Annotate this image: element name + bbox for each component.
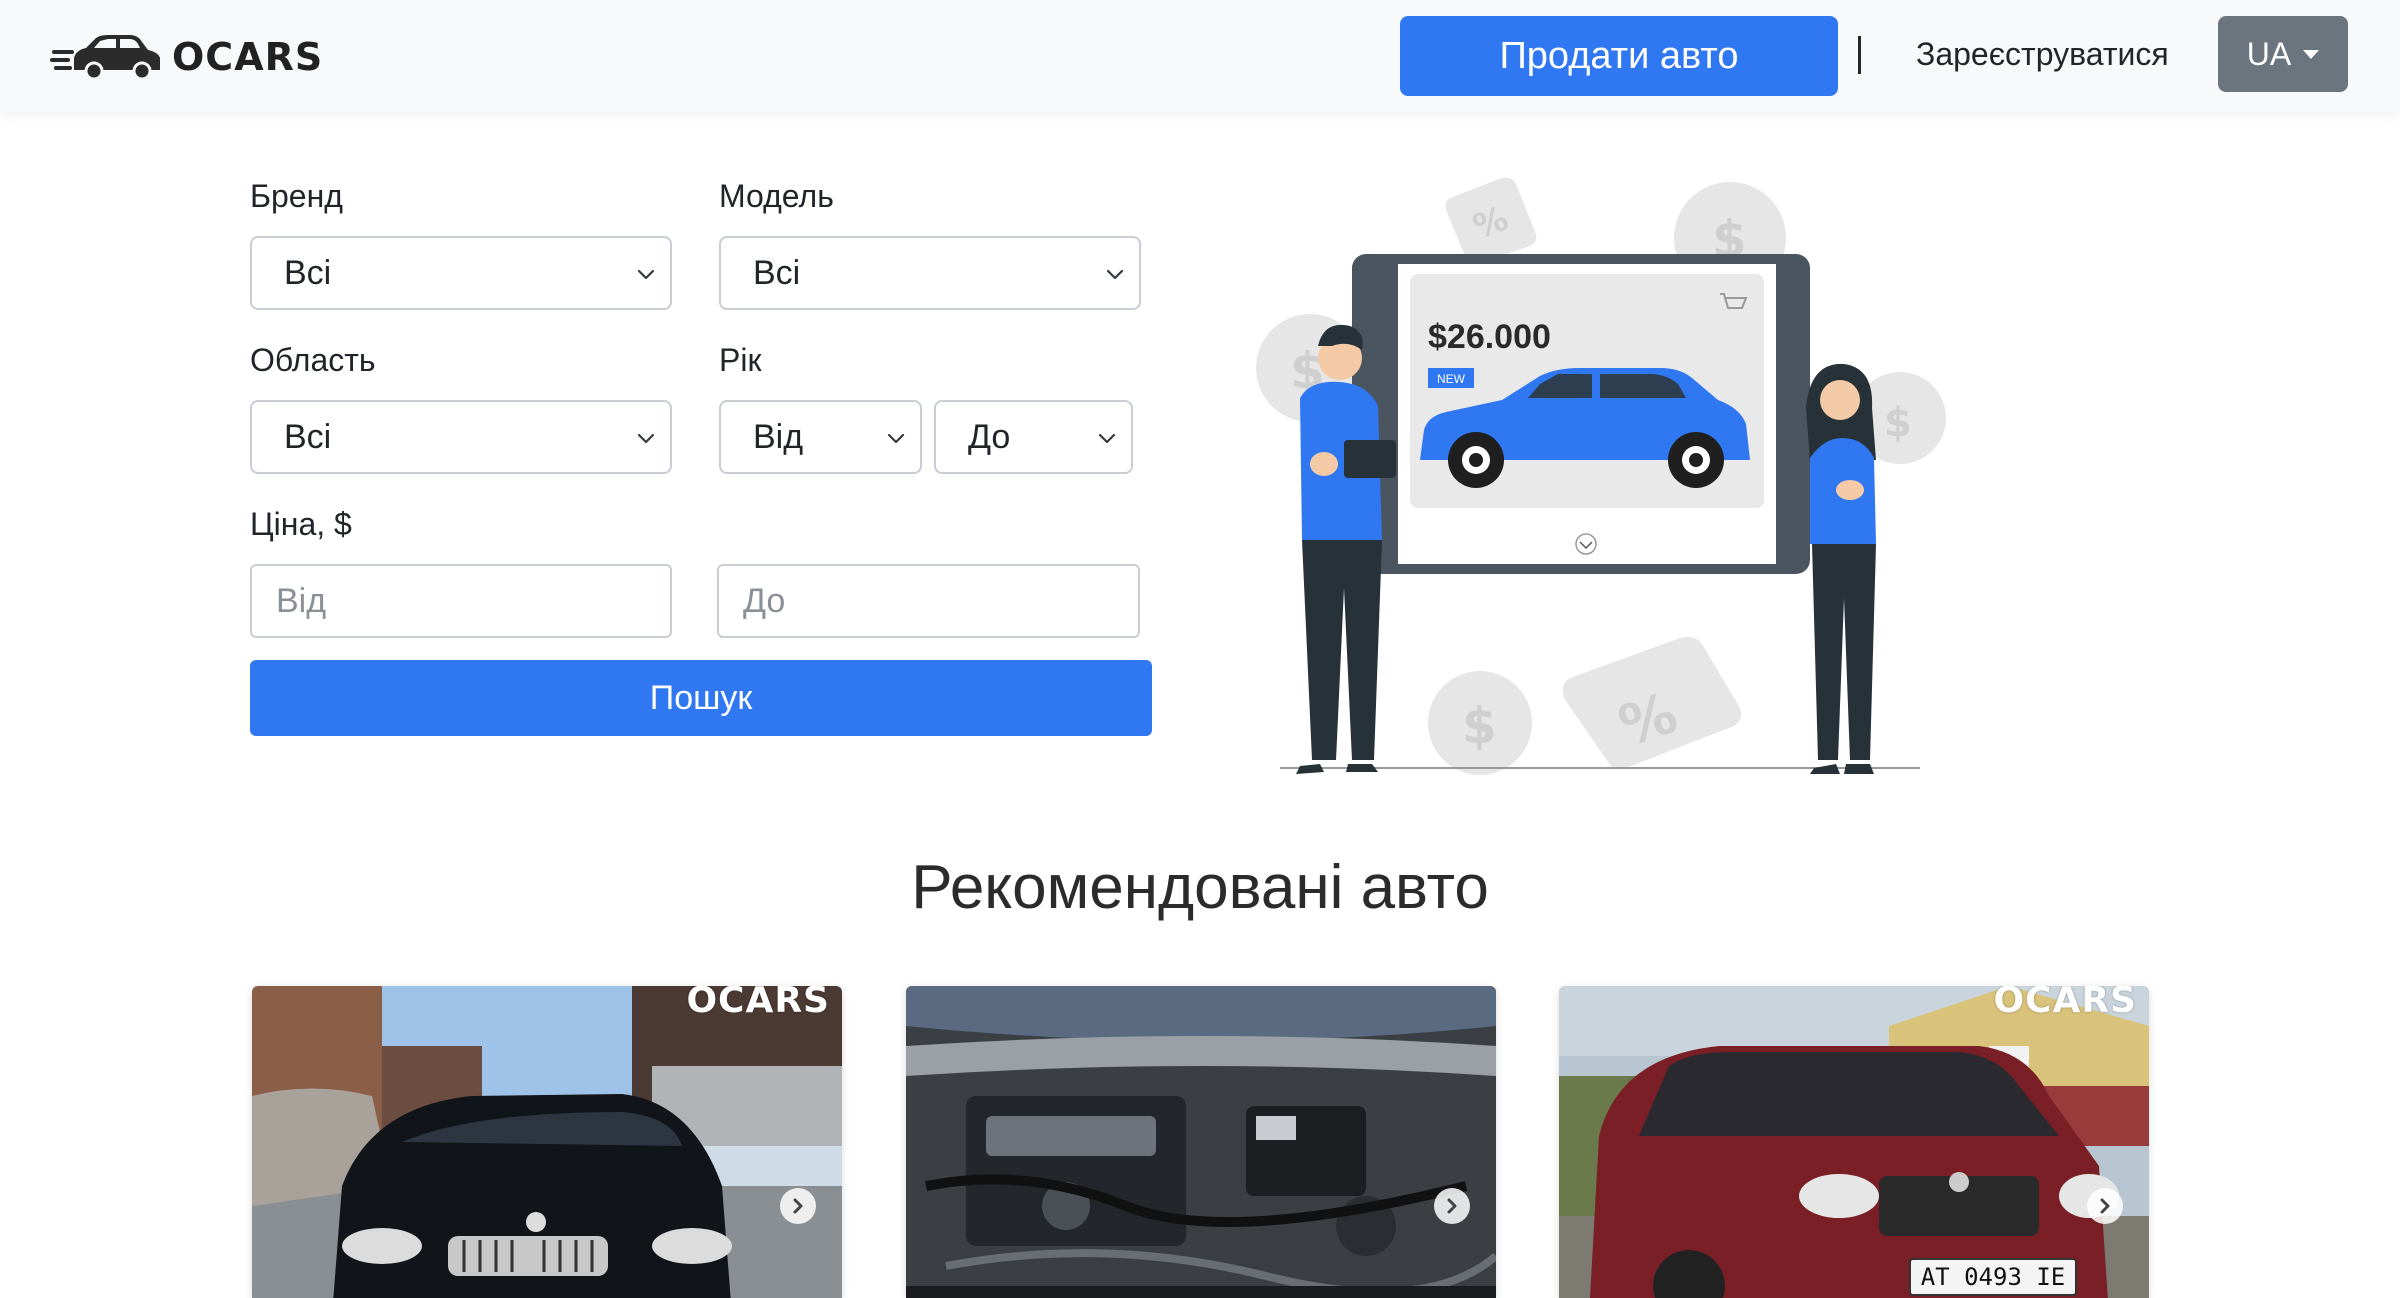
car-photo bbox=[1559, 986, 2149, 1298]
car-photo bbox=[252, 986, 842, 1298]
year-from-value: Від bbox=[753, 417, 804, 456]
brand-select[interactable]: Всі bbox=[250, 236, 672, 310]
hero-illustration: % $ $ $ $ % $26.000 NEW bbox=[1256, 177, 1946, 775]
site-logo[interactable]: OCARS bbox=[50, 30, 323, 84]
price-label: Ціна, $ bbox=[250, 506, 352, 542]
search-button[interactable]: Пошук bbox=[250, 660, 1152, 736]
top-navbar: OCARS Продати авто Зареєструватися UA bbox=[0, 0, 2400, 112]
year-label: Рік bbox=[719, 342, 762, 378]
price-to-input[interactable]: До bbox=[717, 564, 1140, 638]
featured-section-title: Рекомендовані авто bbox=[911, 853, 1489, 922]
car-photo bbox=[906, 986, 1496, 1298]
chevron-down-icon bbox=[1106, 269, 1124, 280]
carousel-next-button[interactable] bbox=[1434, 1188, 1470, 1224]
svg-text:$: $ bbox=[1462, 697, 1497, 755]
license-plate: AT 0493 IE bbox=[1909, 1258, 2077, 1296]
chevron-down-icon bbox=[887, 433, 905, 444]
year-from-select[interactable]: Від bbox=[719, 400, 922, 474]
carousel-next-button[interactable] bbox=[2087, 1188, 2123, 1224]
sell-car-button[interactable]: Продати авто bbox=[1400, 16, 1838, 96]
car-logo-icon bbox=[50, 35, 160, 81]
register-link[interactable]: Зареєструватися bbox=[1916, 32, 2169, 76]
region-label: Область bbox=[250, 342, 376, 378]
carousel-next-button[interactable] bbox=[780, 1188, 816, 1224]
logo-text: OCARS bbox=[172, 35, 324, 79]
illustration-badge: NEW bbox=[1437, 372, 1466, 386]
ocars-watermark: OCARS bbox=[686, 986, 830, 1021]
brand-select-value: Всі bbox=[284, 253, 332, 292]
featured-car-card[interactable] bbox=[906, 986, 1496, 1298]
woman-figure bbox=[1806, 363, 1876, 774]
language-dropdown[interactable]: UA bbox=[2218, 16, 2348, 92]
header-divider bbox=[1858, 36, 1861, 74]
model-select-value: Всі bbox=[753, 253, 801, 292]
svg-text:$: $ bbox=[1884, 400, 1912, 446]
price-from-input[interactable]: Від bbox=[250, 564, 672, 638]
chevron-right-icon bbox=[2100, 1198, 2110, 1214]
chevron-right-icon bbox=[1447, 1198, 1457, 1214]
price-to-placeholder: До bbox=[743, 581, 786, 620]
chevron-down-icon bbox=[1098, 433, 1116, 444]
region-select-value: Всі bbox=[284, 417, 332, 456]
chevron-down-icon bbox=[637, 433, 655, 444]
caret-down-icon bbox=[2303, 49, 2320, 59]
model-label: Модель bbox=[719, 178, 834, 214]
illustration-price: $26.000 bbox=[1428, 318, 1551, 356]
featured-car-card[interactable]: OCARS bbox=[252, 986, 842, 1298]
ocars-watermark: OCARS bbox=[1993, 986, 2137, 1021]
chevron-right-icon bbox=[793, 1198, 803, 1214]
price-from-placeholder: Від bbox=[276, 581, 327, 620]
chevron-down-icon bbox=[637, 269, 655, 280]
brand-label: Бренд bbox=[250, 178, 343, 214]
year-to-select[interactable]: До bbox=[934, 400, 1133, 474]
region-select[interactable]: Всі bbox=[250, 400, 672, 474]
language-label: UA bbox=[2246, 35, 2292, 72]
model-select[interactable]: Всі bbox=[719, 236, 1141, 310]
featured-car-card[interactable]: OCARS AT 0493 IE bbox=[1559, 986, 2149, 1298]
year-to-value: До bbox=[968, 417, 1011, 456]
